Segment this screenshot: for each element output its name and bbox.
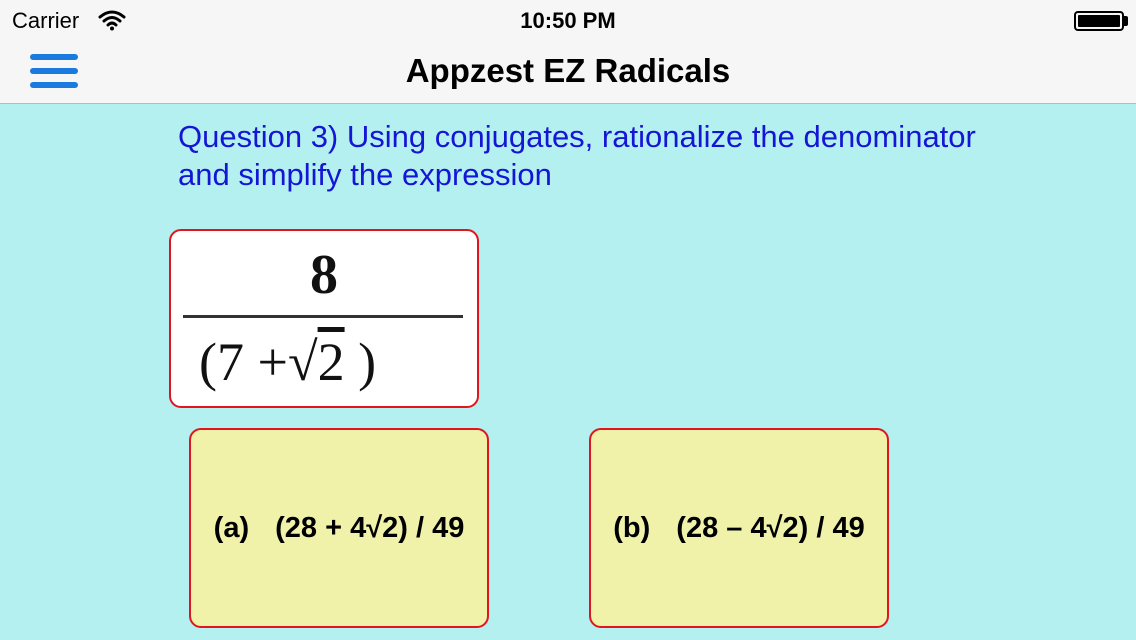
status-time: 10:50 PM [520,8,616,33]
answer-label: (a) [213,511,250,544]
answer-option-a[interactable]: (a) (28 + 4√2) / 49 [189,428,489,628]
radicand: 2 [317,332,345,392]
question-text: Question 3) Using conjugates, rationaliz… [178,118,1078,194]
answer-text: (28 + 4√2) / 49 [275,511,465,544]
expression-denominator: (7 +√2 ) [199,331,376,393]
page-title: Appzest EZ Radicals [405,52,731,89]
battery-icon [1074,11,1124,31]
expression-card: 8 (7 +√2 ) [169,229,479,408]
denominator-open: (7 + [199,332,288,392]
question-line-1: Question 3) Using conjugates, rationaliz… [178,119,976,154]
fraction-bar [183,315,463,318]
answer-label: (b) [613,511,651,544]
radical-sign: √ [287,332,318,392]
question-line-2: and simplify the expression [178,157,552,192]
status-bar: Carrier 10:50 PM [0,0,1136,40]
expression-numerator: 8 [310,244,338,306]
denominator-close: ) [344,332,377,392]
answer-option-b[interactable]: (b) (28 – 4√2) / 49 [589,428,889,628]
answer-text: (28 – 4√2) / 49 [676,511,865,544]
battery-tip [1124,16,1128,26]
top-bar: Carrier 10:50 PM Appzest EZ Radicals [0,0,1136,104]
